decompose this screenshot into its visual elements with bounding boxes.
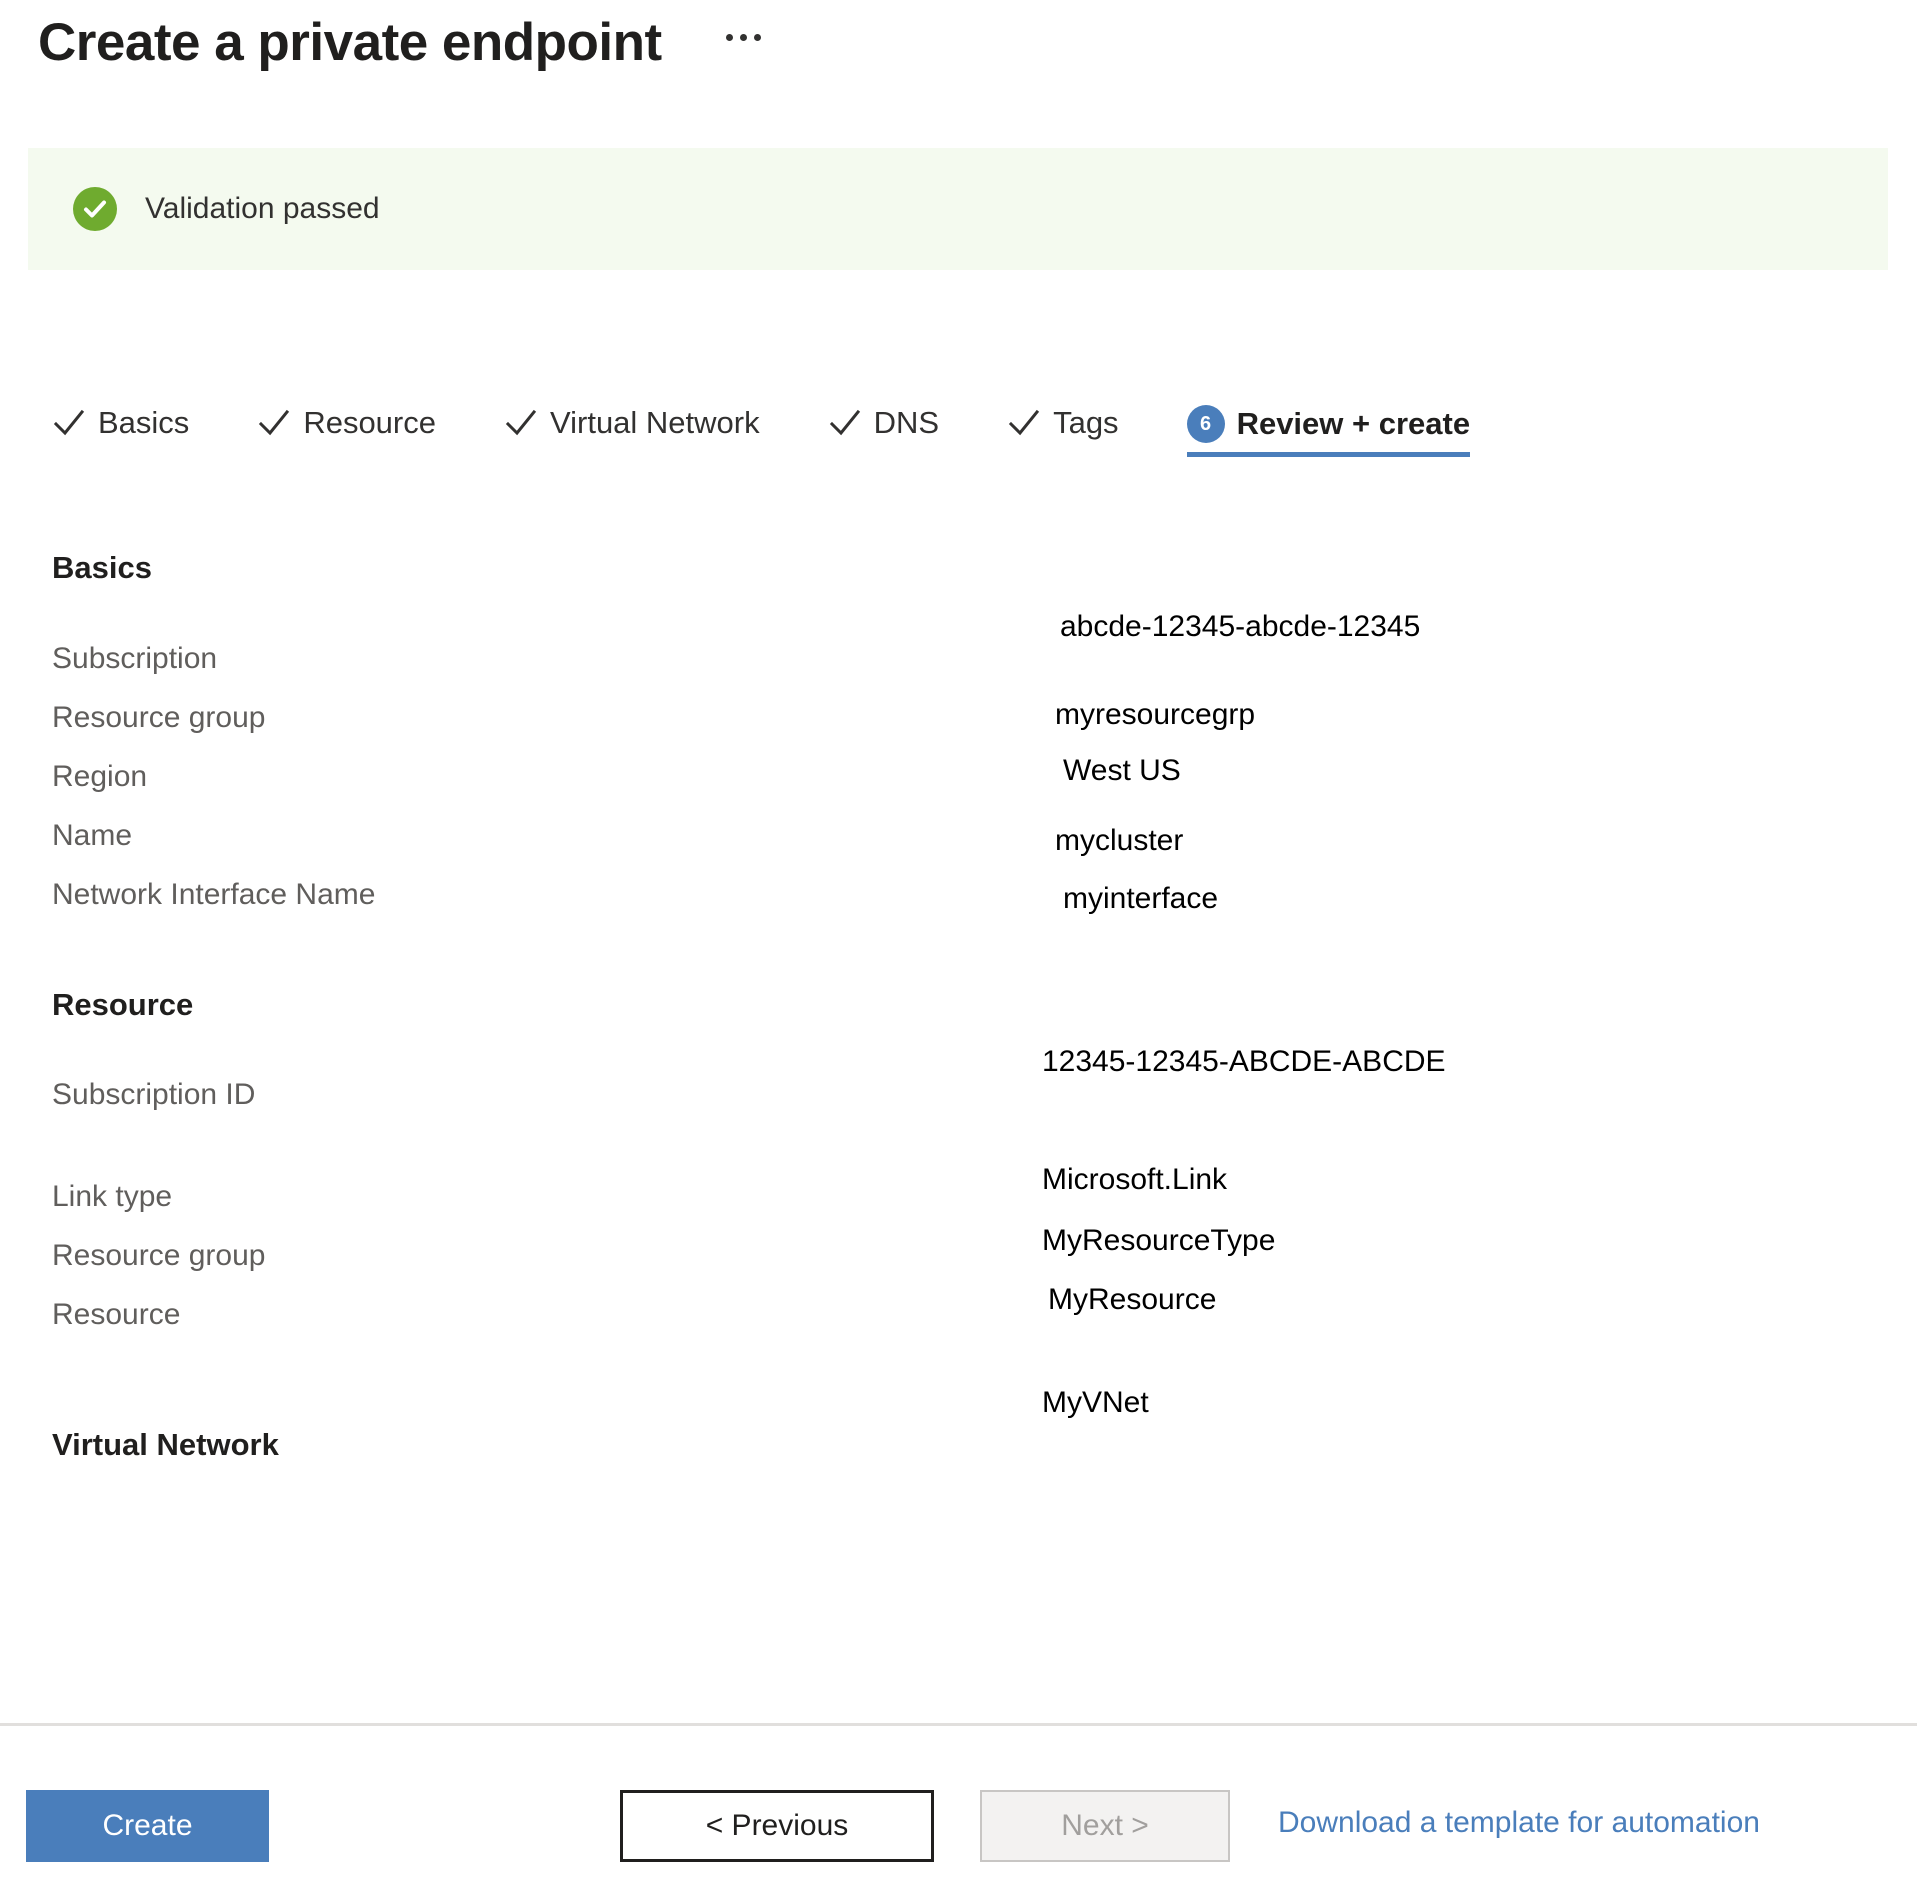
page-header: Create a private endpoint <box>38 14 767 72</box>
check-icon <box>828 406 862 440</box>
field-value-name: mycluster <box>1055 824 1183 858</box>
field-value-subscription: abcde-12345-abcde-12345 <box>1060 610 1420 644</box>
validation-banner: Validation passed <box>28 148 1888 270</box>
field-label-name: Name <box>52 819 132 853</box>
tab-review-create[interactable]: 6 Review + create <box>1187 405 1471 465</box>
field-label-resource: Resource <box>52 1298 180 1332</box>
wizard-tabbar: Basics Resource Virtual Network DNS Tags… <box>52 405 1470 465</box>
tab-virtual-network[interactable]: Virtual Network <box>504 405 760 463</box>
check-icon <box>1007 406 1041 440</box>
footer-divider <box>0 1723 1917 1726</box>
field-value-resource-group-2: MyResourceType <box>1042 1224 1275 1258</box>
tab-label: Basics <box>98 405 189 441</box>
active-tab-underline <box>1187 452 1471 457</box>
section-heading-resource: Resource <box>52 987 193 1023</box>
field-value-virtual-network: MyVNet <box>1042 1386 1149 1420</box>
check-icon <box>504 406 538 440</box>
field-label-subscription-id: Subscription ID <box>52 1078 255 1112</box>
field-label-network-interface-name: Network Interface Name <box>52 878 375 912</box>
tab-tags[interactable]: Tags <box>1007 405 1118 463</box>
field-label-resource-group-2: Resource group <box>52 1239 265 1273</box>
field-value-region: West US <box>1063 754 1181 788</box>
ellipsis-dot <box>726 34 733 41</box>
tab-label: Tags <box>1053 405 1118 441</box>
tab-resource[interactable]: Resource <box>257 405 436 463</box>
tab-label: Virtual Network <box>550 405 760 441</box>
section-heading-virtual-network: Virtual Network <box>52 1427 279 1463</box>
section-heading-basics: Basics <box>52 550 152 586</box>
ellipsis-dot <box>740 34 747 41</box>
download-template-link[interactable]: Download a template for automation <box>1278 1806 1760 1840</box>
field-value-resource: MyResource <box>1048 1283 1216 1317</box>
tab-label: DNS <box>874 405 939 441</box>
field-value-resource-group: myresourcegrp <box>1055 698 1255 732</box>
previous-button[interactable]: < Previous <box>620 1790 934 1862</box>
check-circle-icon <box>73 187 117 231</box>
field-value-subscription-id: 12345-12345-ABCDE-ABCDE <box>1042 1045 1446 1079</box>
create-button[interactable]: Create <box>26 1790 269 1862</box>
ellipsis-dot <box>754 34 761 41</box>
tab-basics[interactable]: Basics <box>52 405 189 463</box>
field-value-network-interface-name: myinterface <box>1063 882 1218 916</box>
validation-message: Validation passed <box>145 194 380 224</box>
next-button: Next > <box>980 1790 1230 1862</box>
step-number-badge: 6 <box>1187 405 1225 443</box>
tab-label: Review + create <box>1237 406 1471 442</box>
ellipsis-icon[interactable] <box>720 24 767 63</box>
check-icon <box>52 406 86 440</box>
tab-dns[interactable]: DNS <box>828 405 939 463</box>
page-title: Create a private endpoint <box>38 14 662 72</box>
field-value-link-type: Microsoft.Link <box>1042 1163 1227 1197</box>
field-label-region: Region <box>52 760 147 794</box>
field-label-subscription: Subscription <box>52 642 217 676</box>
tab-label: Resource <box>303 405 436 441</box>
footer-actions: Create < Previous Next > Download a temp… <box>0 1790 1917 1890</box>
field-label-link-type: Link type <box>52 1180 172 1214</box>
field-label-resource-group: Resource group <box>52 701 265 735</box>
check-icon <box>257 406 291 440</box>
